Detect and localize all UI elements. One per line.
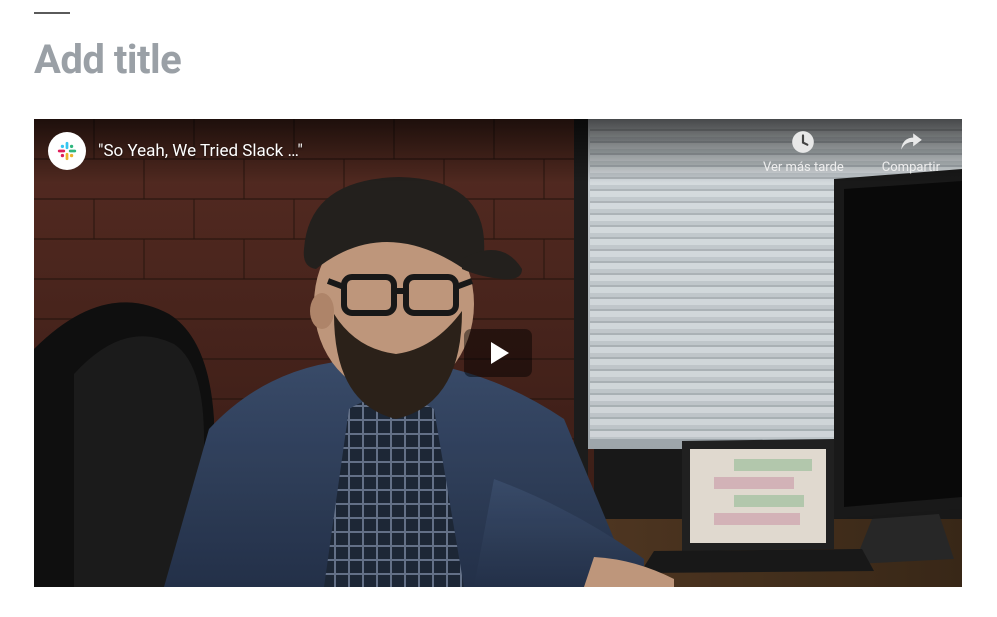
video-actions: Ver más tarde Compartir (763, 128, 948, 175)
title-divider (34, 12, 70, 14)
video-embed[interactable]: "So Yeah, We Tried Slack …" Ver más tard… (34, 119, 962, 587)
play-button[interactable] (464, 329, 532, 377)
share-icon (897, 128, 925, 156)
watch-later-label: Ver más tarde (763, 160, 844, 175)
share-label: Compartir (882, 160, 940, 175)
play-icon (491, 342, 509, 364)
watch-later-button[interactable]: Ver más tarde (763, 128, 844, 175)
share-button[interactable]: Compartir (882, 128, 940, 175)
page-title-placeholder[interactable]: Add title (34, 36, 997, 83)
video-header-overlay: "So Yeah, We Tried Slack …" Ver más tard… (34, 119, 962, 183)
channel-avatar[interactable] (48, 132, 86, 170)
clock-icon (789, 128, 817, 156)
slack-logo-icon (56, 140, 78, 162)
video-title[interactable]: "So Yeah, We Tried Slack …" (98, 141, 303, 161)
